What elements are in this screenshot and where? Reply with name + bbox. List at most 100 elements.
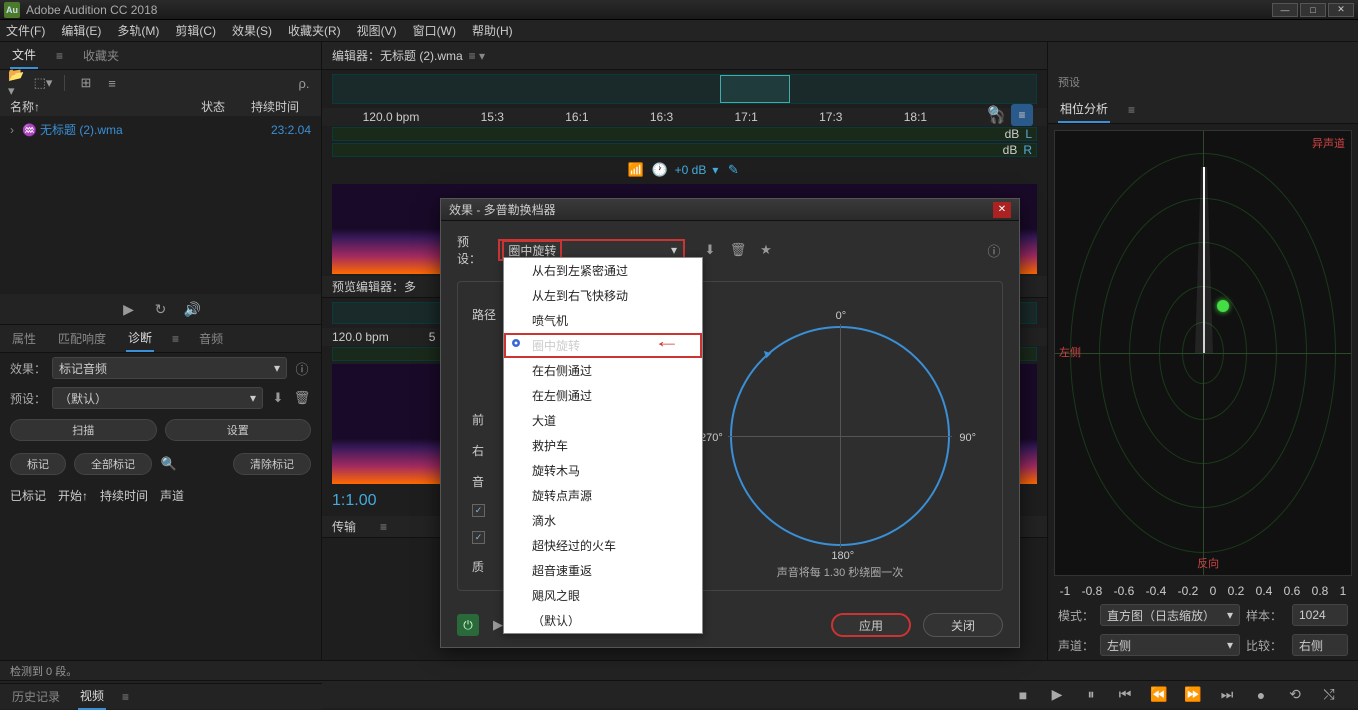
checkbox[interactable]: ✓ [472,504,485,517]
search-marks-icon[interactable]: 🔍 [160,455,178,473]
dd-option[interactable]: 超音速重返 [504,558,702,583]
maximize-button[interactable]: □ [1300,3,1326,17]
db-control[interactable]: 📶 🕐 +0 dB ▾ ✎ [322,160,1047,180]
play-icon[interactable]: ▶ [1048,686,1066,704]
prev-icon[interactable]: ⏮ [1116,686,1134,704]
dd-option[interactable]: 从右到左紧密通过 [504,258,702,283]
waveform-icon[interactable]: ≡ [103,74,121,92]
clock-icon[interactable]: 🕐 [651,161,669,179]
clearmark-button[interactable]: 清除标记 [233,453,311,475]
dd-option[interactable]: 滴水 [504,508,702,533]
dd-option[interactable]: 喷气机 [504,308,702,333]
dd-option[interactable]: 在右侧通过 [504,358,702,383]
compare-select[interactable]: 右侧 [1292,634,1348,656]
file-item[interactable]: › ♒ 无标题 (2).wma 23:2.04 [0,118,321,141]
history-bar: 历史记录 视频 ≡ [0,683,322,709]
files-columns: 名称↑ 状态 持续时间 [0,96,321,116]
save-preset-icon[interactable]: ⬇ [269,389,287,407]
dd-option[interactable]: 超快经过的火车 [504,533,702,558]
import-preset-icon[interactable]: ⬇ [701,241,719,259]
menu-effects[interactable]: 效果(S) [232,22,272,39]
dialog-close-icon[interactable]: ✕ [993,202,1011,218]
mode-select[interactable]: 直方图（日志缩放）▾ [1100,604,1240,626]
minimize-button[interactable]: — [1272,3,1298,17]
record-icon[interactable]: ⬚▾ [34,74,52,92]
tab-history[interactable]: 历史记录 [10,684,62,709]
title-bar: Au Adobe Audition CC 2018 — □ ✕ [0,0,1358,20]
dd-option[interactable]: 从左到右飞快移动 [504,283,702,308]
tab-audio[interactable]: 音频 [197,326,225,351]
apply-button[interactable]: 应用 [831,613,911,637]
dd-option[interactable]: 大道 [504,408,702,433]
phase-panel-title[interactable]: 相位分析 [1058,96,1110,123]
delete-preset-icon[interactable]: 🗑 [293,389,311,407]
menu-view[interactable]: 视图(V) [357,22,397,39]
mark-button[interactable]: 标记 [10,453,66,475]
open-icon[interactable]: 📂▾ [8,74,26,92]
overview-waveform[interactable] [332,74,1037,104]
tab-favorites[interactable]: 收藏夹 [81,43,121,68]
tab-files[interactable]: 文件 [10,42,38,69]
loop-icon[interactable]: ⟲ [1286,686,1304,704]
info-icon[interactable]: ⓘ [293,359,311,377]
help-icon[interactable]: ⓘ [985,241,1003,259]
tab-properties[interactable]: 属性 [10,326,38,351]
col-duration[interactable]: 持续时间 [251,98,311,115]
menu-help[interactable]: 帮助(H) [472,22,513,39]
channel-select[interactable]: 左侧▾ [1100,634,1240,656]
preview-editor-label: 预览编辑器：多 [332,278,416,295]
favorite-icon[interactable]: ★ [757,241,775,259]
tab-video[interactable]: 视频 [78,683,106,710]
menu-edit[interactable]: 编辑(E) [61,22,101,39]
menu-clip[interactable]: 剪辑(C) [175,22,216,39]
pin-icon[interactable]: ✎ [724,161,742,179]
zoom-tool-icon[interactable]: 🔍 [987,104,1005,122]
files-panel-header: 文件 ≡ 收藏夹 [0,42,321,70]
selection-range[interactable] [720,75,790,103]
tab-loudness[interactable]: 匹配响度 [56,326,108,351]
dialog-title-bar[interactable]: 效果 - 多普勒换档器 ✕ [441,199,1019,221]
loop-icon[interactable]: ↻ [152,300,170,318]
tab-diagnostics[interactable]: 诊断 [126,325,154,352]
path-diagram[interactable]: 0° 90° 180° 270° ▲ 声音将每 1.30 秒绕圈一次 [692,296,988,576]
meter-l: dBL [332,127,1037,141]
pause-icon[interactable]: ⏸ [1082,686,1100,704]
settings-button[interactable]: 设置 [165,419,312,441]
menu-file[interactable]: 文件(F) [6,22,45,39]
dd-option[interactable]: 旋转木马 [504,458,702,483]
forward-icon[interactable]: ⏩ [1184,686,1202,704]
stop-icon[interactable]: ■ [1014,686,1032,704]
preset-select[interactable]: （默认）▾ [52,387,263,409]
expand-icon[interactable]: › [10,123,22,137]
close-button[interactable]: ✕ [1328,3,1354,17]
dd-option[interactable]: 救护车 [504,433,702,458]
col-name[interactable]: 名称↑ [10,98,201,115]
search-icon[interactable]: ρ. [295,74,313,92]
sample-select[interactable]: 1024 [1292,604,1348,626]
grid-icon[interactable]: ⊞ [77,74,95,92]
record-icon[interactable]: ● [1252,686,1270,704]
menu-favorites[interactable]: 收藏夹(R) [288,22,341,39]
menu-window[interactable]: 窗口(W) [413,22,456,39]
markall-button[interactable]: 全部标记 [74,453,152,475]
dd-option-selected[interactable]: 圈中旋转 ← [504,333,702,358]
autoplay-icon[interactable]: 🔊 [184,300,202,318]
effect-select[interactable]: 标记音频▾ [52,357,287,379]
dd-option[interactable]: 旋转点声源 [504,483,702,508]
view-mode-button[interactable]: ≡ [1011,104,1033,126]
scan-button[interactable]: 扫描 [10,419,157,441]
dd-option[interactable]: 飓风之眼 [504,583,702,608]
checkbox[interactable]: ✓ [472,531,485,544]
dd-option[interactable]: 在左侧通过 [504,383,702,408]
next-icon[interactable]: ⏭ [1218,686,1236,704]
col-status[interactable]: 状态 [201,98,251,115]
dd-option[interactable]: （默认） [504,608,702,633]
play-icon[interactable]: ▶ [120,300,138,318]
menu-multitrack[interactable]: 多轨(M) [117,22,159,39]
close-button[interactable]: 关闭 [923,613,1003,637]
rewind-icon[interactable]: ⏪ [1150,686,1168,704]
power-button[interactable]: ⏻ [457,614,479,636]
time-ruler[interactable]: 120.0 bpm 15:316:1 16:317:1 17:318:1 🎧 [322,108,1047,126]
skip-icon[interactable]: ⤭ [1320,686,1338,704]
delete-preset-icon[interactable]: 🗑 [729,241,747,259]
